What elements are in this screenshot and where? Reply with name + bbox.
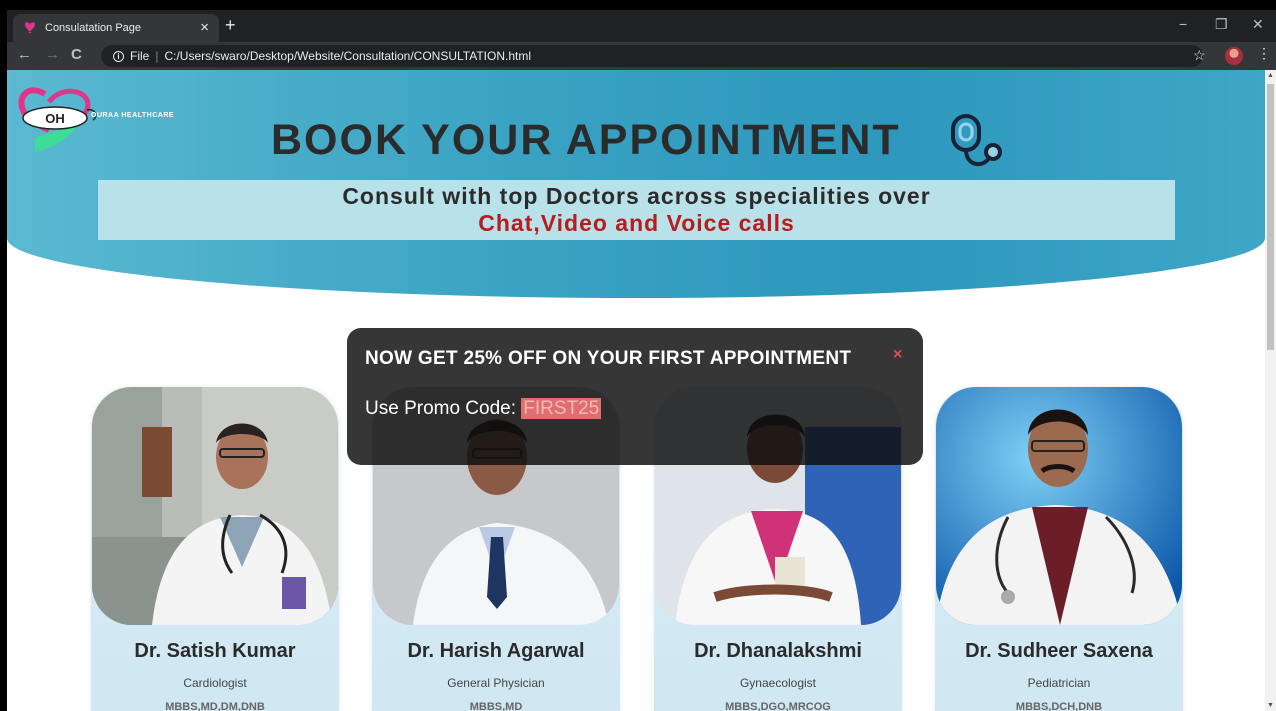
doctor-specialty: Pediatrician xyxy=(1027,676,1091,690)
browser-chrome: Consulatation Page × + − ❐ ✕ ← → C i Fil… xyxy=(7,10,1276,70)
promo-title: NOW GET 25% OFF ON YOUR FIRST APPOINTMEN… xyxy=(365,348,852,369)
address-bar[interactable]: i File | C:/Users/swaro/Desktop/Website/… xyxy=(101,45,1203,67)
scroll-down-icon[interactable]: ▼ xyxy=(1267,702,1274,709)
doctor-card[interactable]: Dr. Satish Kumar Cardiologist MBBS,MD,DM… xyxy=(91,387,339,711)
url-separator: | xyxy=(155,49,159,63)
doctor-photo xyxy=(936,387,1182,625)
subtitle-line-1: Consult with top Doctors across speciali… xyxy=(342,183,931,209)
tab-close-icon[interactable]: × xyxy=(200,19,209,36)
doctor-specialty: Cardiologist xyxy=(183,676,247,690)
promo-text: Use Promo Code: FIRST25 xyxy=(365,398,602,420)
doctor-card[interactable]: Dr. Sudheer Saxena Pediatrician MBBS,DCH… xyxy=(935,387,1183,711)
doctor-name: Dr. Satish Kumar xyxy=(134,640,296,662)
new-tab-button[interactable]: + xyxy=(225,15,236,36)
subtitle-line-2: Chat,Video and Voice calls xyxy=(478,210,795,236)
doctor-photo xyxy=(92,387,338,625)
close-window-button[interactable]: ✕ xyxy=(1252,16,1264,33)
site-favicon-icon xyxy=(23,21,37,35)
doctor-degrees: MBBS,MD,DM,DNB xyxy=(165,701,265,711)
doctor-degrees: MBBS,MD xyxy=(469,701,523,711)
back-button[interactable]: ← xyxy=(17,46,32,63)
logo-text: OURAA HEALTHCARE xyxy=(91,112,175,119)
browser-menu-icon[interactable]: ⋮ xyxy=(1257,45,1271,62)
doctor-degrees: MBBS,DGO,MRCOG xyxy=(725,701,831,711)
doctor-name: Dr. Dhanalakshmi xyxy=(694,640,862,662)
doctor-specialty: Gynaecologist xyxy=(739,676,817,690)
scroll-up-icon[interactable]: ▲ xyxy=(1267,72,1274,79)
promo-code[interactable]: FIRST25 xyxy=(521,398,602,419)
url-text: C:/Users/swaro/Desktop/Website/Consultat… xyxy=(164,49,532,63)
doctor-specialty: General Physician xyxy=(447,676,545,690)
url-scheme: File xyxy=(130,49,150,63)
stethoscope-icon xyxy=(951,114,1002,167)
doctor-name: Dr. Sudheer Saxena xyxy=(965,640,1153,662)
info-icon[interactable]: i xyxy=(113,50,124,62)
hero-banner: OH OURAA HEALTHCARE BOOK YOUR APPOINTMEN… xyxy=(7,70,1265,298)
ouraa-logo-icon: OH xyxy=(18,87,97,152)
promo-popup: NOW GET 25% OFF ON YOUR FIRST APPOINTMEN… xyxy=(347,328,923,465)
page-viewport: OH OURAA HEALTHCARE BOOK YOUR APPOINTMEN… xyxy=(7,70,1276,711)
restore-button[interactable]: ❐ xyxy=(1215,16,1228,33)
promo-close-icon[interactable]: × xyxy=(893,346,902,364)
subtitle-box: Consult with top Doctors across speciali… xyxy=(98,180,1175,240)
doctor-degrees: MBBS,DCH,DNB xyxy=(1015,701,1103,711)
profile-avatar[interactable] xyxy=(1225,47,1243,65)
browser-toolbar: ← → C i File | C:/Users/swaro/Desktop/We… xyxy=(7,42,1276,70)
page-title: BOOK YOUR APPOINTMENT xyxy=(271,116,901,164)
doctor-name: Dr. Harish Agarwal xyxy=(407,640,585,662)
svg-text:OH: OH xyxy=(45,111,65,126)
scrollbar-thumb[interactable] xyxy=(1267,84,1274,350)
browser-tab[interactable]: Consulatation Page × xyxy=(13,14,219,42)
bookmark-star-icon[interactable]: ☆ xyxy=(1193,47,1206,64)
page-scrollbar[interactable]: ▲ ▼ xyxy=(1265,70,1276,711)
minimize-button[interactable]: − xyxy=(1179,16,1187,32)
promo-prefix: Use Promo Code: xyxy=(365,398,522,419)
tab-title: Consulatation Page xyxy=(45,22,142,34)
forward-button[interactable]: → xyxy=(45,46,60,63)
reload-button[interactable]: C xyxy=(71,46,82,63)
